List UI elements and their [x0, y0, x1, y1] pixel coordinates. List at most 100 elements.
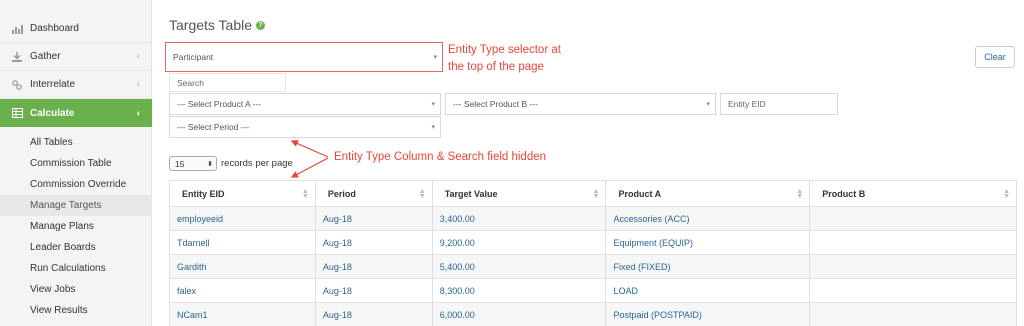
column-header-target-value[interactable]: Target Value ▲ ▼ — [431, 180, 607, 207]
cell-period[interactable]: Aug-18 — [314, 230, 433, 255]
updown-icon: ⬍ — [207, 160, 213, 168]
subnav-commission-override[interactable]: Commission Override — [0, 174, 152, 195]
cell-period[interactable]: Aug-18 — [314, 302, 433, 326]
table-row: falex Aug-18 8,300.00 LOAD — [169, 278, 1017, 303]
entity-eid-input[interactable]: Entity EID — [720, 93, 838, 115]
sidebar-item-label: Gather — [30, 51, 61, 62]
cell-target-value[interactable]: 6,000.00 — [431, 302, 607, 326]
link-icon — [10, 79, 24, 91]
chevron-left-icon: ‹ — [136, 107, 140, 119]
period-select[interactable]: --- Select Period --- ▾ — [169, 116, 441, 138]
per-page-value: 15 — [175, 158, 185, 169]
subnav-all-tables[interactable]: All Tables — [0, 132, 152, 153]
cell-target-value[interactable]: 9,200.00 — [431, 230, 607, 255]
cell-target-value[interactable]: 8,300.00 — [431, 278, 607, 303]
subnav-label: View Jobs — [30, 284, 76, 295]
column-header-product-b[interactable]: Product B ▲ ▼ — [809, 180, 1017, 207]
column-label: Entity EID — [182, 188, 225, 199]
caret-down-icon: ▾ — [431, 124, 435, 131]
caret-down-icon: ▾ — [431, 101, 435, 108]
column-header-product-a[interactable]: Product A ▲ ▼ — [605, 180, 811, 207]
subnav-commission-table[interactable]: Commission Table — [0, 153, 152, 174]
records-per-page: 15 ⬍ records per page — [169, 156, 293, 171]
sidebar-item-label: Calculate — [30, 107, 75, 119]
sort-icon: ▲ ▼ — [796, 187, 804, 200]
cell-product-a[interactable]: Accessories (ACC) — [605, 206, 811, 231]
entity-eid-placeholder: Entity EID — [728, 99, 766, 109]
sort-icon: ▲ ▼ — [592, 187, 600, 200]
subnav-view-jobs[interactable]: View Jobs — [0, 279, 152, 300]
cell-product-a[interactable]: Fixed (FIXED) — [605, 254, 811, 279]
table-row: employeeid Aug-18 3,400.00 Accessories (… — [169, 206, 1017, 231]
subnav-label: Manage Targets — [30, 200, 102, 211]
sidebar-item-calculate[interactable]: Calculate ‹ — [0, 99, 152, 127]
product-b-value: --- Select Product B --- — [453, 99, 539, 109]
chevron-left-icon: ‹ — [136, 79, 140, 90]
cell-product-b[interactable] — [809, 206, 1017, 231]
cell-entity-eid[interactable]: Gardith — [169, 254, 316, 279]
sidebar-item-interrelate[interactable]: Interrelate ‹ — [0, 71, 152, 99]
sidebar-item-dashboard[interactable]: Dashboard — [0, 15, 152, 43]
help-icon[interactable]: ? — [256, 20, 266, 30]
subnav-label: All Tables — [30, 137, 73, 148]
targets-table: Entity EID ▲ ▼ Period ▲ ▼ Target Value ▲ ▼ Pro… — [169, 180, 1017, 326]
sort-icon: ▲ ▼ — [1003, 187, 1010, 200]
table-row: Gardith Aug-18 5,400.00 Fixed (FIXED) — [169, 254, 1017, 279]
table-row: NCam1 Aug-18 6,000.00 Postpaid (POSTPAID… — [169, 302, 1017, 326]
cell-period[interactable]: Aug-18 — [314, 278, 433, 303]
sidebar: Dashboard Gather ‹ Interrelate ‹ Calcula… — [0, 0, 152, 326]
cell-product-b[interactable] — [809, 254, 1017, 279]
product-b-select[interactable]: --- Select Product B --- ▾ — [445, 93, 716, 115]
cell-period[interactable]: Aug-18 — [314, 206, 433, 231]
page-title: Targets Table ? — [169, 17, 266, 33]
cell-target-value[interactable]: 5,400.00 — [431, 254, 607, 279]
column-header-period[interactable]: Period ▲ ▼ — [314, 180, 433, 207]
product-a-select[interactable]: --- Select Product A --- ▾ — [169, 93, 441, 115]
cell-product-b[interactable] — [809, 302, 1017, 326]
subnav-view-results[interactable]: View Results — [0, 300, 152, 321]
cell-product-b[interactable] — [809, 278, 1017, 303]
caret-down-icon: ▾ — [706, 101, 710, 108]
entity-type-value: Participant — [173, 52, 214, 62]
cell-target-value[interactable]: 3,400.00 — [431, 206, 607, 231]
column-label: Period — [327, 188, 356, 199]
cell-period[interactable]: Aug-18 — [314, 254, 433, 279]
annotation-line: Entity Type selector at — [448, 44, 561, 56]
cell-product-b[interactable] — [809, 230, 1017, 255]
subnav-label: Run Calculations — [30, 263, 106, 274]
subnav-leader-boards[interactable]: Leader Boards — [0, 237, 152, 258]
cell-entity-eid[interactable]: falex — [169, 278, 316, 303]
chevron-left-icon: ‹ — [136, 51, 140, 62]
sort-icon: ▲ ▼ — [301, 187, 309, 200]
cell-product-a[interactable]: Equipment (EQUIP) — [605, 230, 811, 255]
subnav-label: Manage Plans — [30, 221, 94, 232]
subnav-label: Leader Boards — [30, 242, 96, 253]
subnav-manage-plans[interactable]: Manage Plans — [0, 216, 152, 237]
search-input[interactable]: Search — [169, 73, 286, 92]
caret-down-icon: ▾ — [433, 54, 437, 61]
subnav-run-calculations[interactable]: Run Calculations — [0, 258, 152, 279]
clear-button[interactable]: Clear — [975, 46, 1015, 68]
subnav-label: Commission Table — [30, 158, 112, 169]
sidebar-item-gather[interactable]: Gather ‹ — [0, 43, 152, 71]
table-icon — [10, 107, 24, 119]
per-page-select[interactable]: 15 ⬍ — [169, 156, 217, 171]
period-value: --- Select Period --- — [177, 122, 250, 132]
download-icon — [10, 51, 24, 63]
bar-chart-icon — [10, 23, 24, 35]
table-header-row: Entity EID ▲ ▼ Period ▲ ▼ Target Value ▲ ▼ Pro… — [169, 180, 1017, 207]
annotation-hidden-note: Entity Type Column & Search field hidden — [334, 151, 547, 163]
sidebar-item-label: Dashboard — [30, 23, 79, 34]
cell-product-a[interactable]: Postpaid (POSTPAID) — [605, 302, 811, 326]
sort-icon: ▲ ▼ — [418, 187, 426, 200]
cell-entity-eid[interactable]: employeeid — [169, 206, 316, 231]
annotation-line: the top of the page — [448, 61, 544, 73]
column-header-entity-eid[interactable]: Entity EID ▲ ▼ — [169, 180, 316, 207]
subnav-manage-targets[interactable]: Manage Targets — [0, 195, 152, 216]
search-placeholder: Search — [177, 77, 204, 88]
entity-type-select[interactable]: Participant ▾ — [165, 42, 443, 72]
sidebar-item-label: Interrelate — [30, 79, 76, 90]
cell-product-a[interactable]: LOAD — [605, 278, 811, 303]
cell-entity-eid[interactable]: NCam1 — [169, 302, 316, 326]
cell-entity-eid[interactable]: Tdarnell — [169, 230, 316, 255]
